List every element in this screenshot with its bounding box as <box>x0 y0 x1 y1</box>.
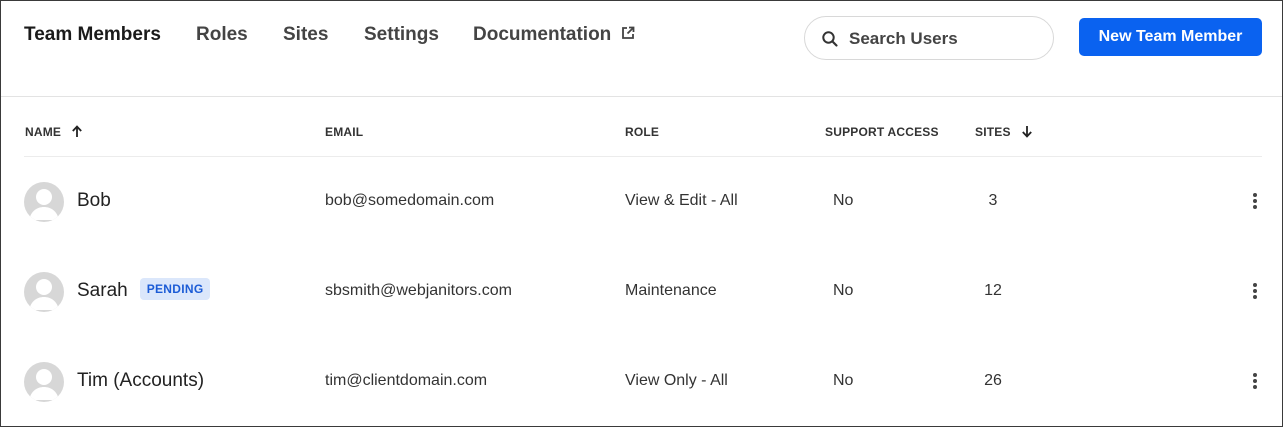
member-name-text: Bob <box>77 190 111 211</box>
more-vertical-icon[interactable] <box>1244 280 1266 302</box>
column-header-sites[interactable]: SITES <box>975 125 1033 139</box>
pending-badge: PENDING <box>139 278 211 301</box>
arrow-down-icon <box>1021 125 1032 138</box>
arrow-up-icon <box>72 125 82 137</box>
member-support-access: No <box>833 282 854 299</box>
column-header-name[interactable]: NAME <box>25 125 83 139</box>
member-role: Maintenance <box>625 282 717 299</box>
tab-documentation[interactable]: Documentation <box>473 23 635 47</box>
table-row[interactable]: Sarah PENDING sbsmith@webjanitors.com Mai… <box>24 247 1262 337</box>
member-email: bob@somedomain.com <box>325 192 495 209</box>
team-members-panel: Team Members Roles Sites Settings Docume… <box>0 0 1283 427</box>
tab-sites[interactable]: Sites <box>283 23 328 47</box>
member-name-text: Tim (Accounts) <box>77 370 205 391</box>
search-input[interactable] <box>849 27 1044 51</box>
column-header-email[interactable]: EMAIL <box>325 125 363 139</box>
member-role: View Only - All <box>625 372 728 389</box>
more-vertical-icon[interactable] <box>1244 190 1266 212</box>
top-nav: Team Members Roles Sites Settings Docume… <box>1 1 1282 97</box>
member-sites-count: 3 <box>988 192 998 209</box>
member-name: Tim (Accounts) <box>77 370 204 392</box>
member-name: Bob <box>77 190 111 212</box>
user-avatar-icon <box>24 362 64 402</box>
tab-roles[interactable]: Roles <box>196 23 248 47</box>
tab-settings[interactable]: Settings <box>364 23 439 47</box>
member-email: sbsmith@webjanitors.com <box>325 282 512 299</box>
more-vertical-icon[interactable] <box>1244 370 1266 392</box>
column-header-support-access[interactable]: SUPPORT ACCESS <box>825 125 939 139</box>
member-email: tim@clientdomain.com <box>325 372 488 389</box>
external-link-icon <box>622 26 635 39</box>
member-name: Sarah PENDING <box>77 278 211 302</box>
column-header-name-label: NAME <box>25 125 62 139</box>
table-row[interactable]: Tim (Accounts) tim@clientdomain.com View… <box>24 337 1262 427</box>
user-avatar-icon <box>24 182 64 222</box>
search-box <box>804 16 1054 60</box>
member-sites-count: 12 <box>984 282 1002 299</box>
column-header-role[interactable]: ROLE <box>625 125 659 139</box>
member-name-text: Sarah <box>77 280 128 301</box>
tab-team-members[interactable]: Team Members <box>24 23 161 47</box>
tab-documentation-label: Documentation <box>473 24 612 45</box>
user-avatar-icon <box>24 272 64 312</box>
member-sites-count: 26 <box>984 372 1002 389</box>
search-icon <box>822 31 838 47</box>
new-team-member-button[interactable]: New Team Member <box>1079 18 1262 56</box>
member-role: View & Edit - All <box>625 192 738 209</box>
member-support-access: No <box>833 192 854 209</box>
column-header-sites-label: SITES <box>975 125 1011 139</box>
member-support-access: No <box>833 372 854 389</box>
table-row[interactable]: Bob bob@somedomain.com View & Edit - All… <box>24 157 1262 247</box>
table-header: NAME EMAIL ROLE SUPPORT ACCESS SITES <box>24 109 1262 157</box>
